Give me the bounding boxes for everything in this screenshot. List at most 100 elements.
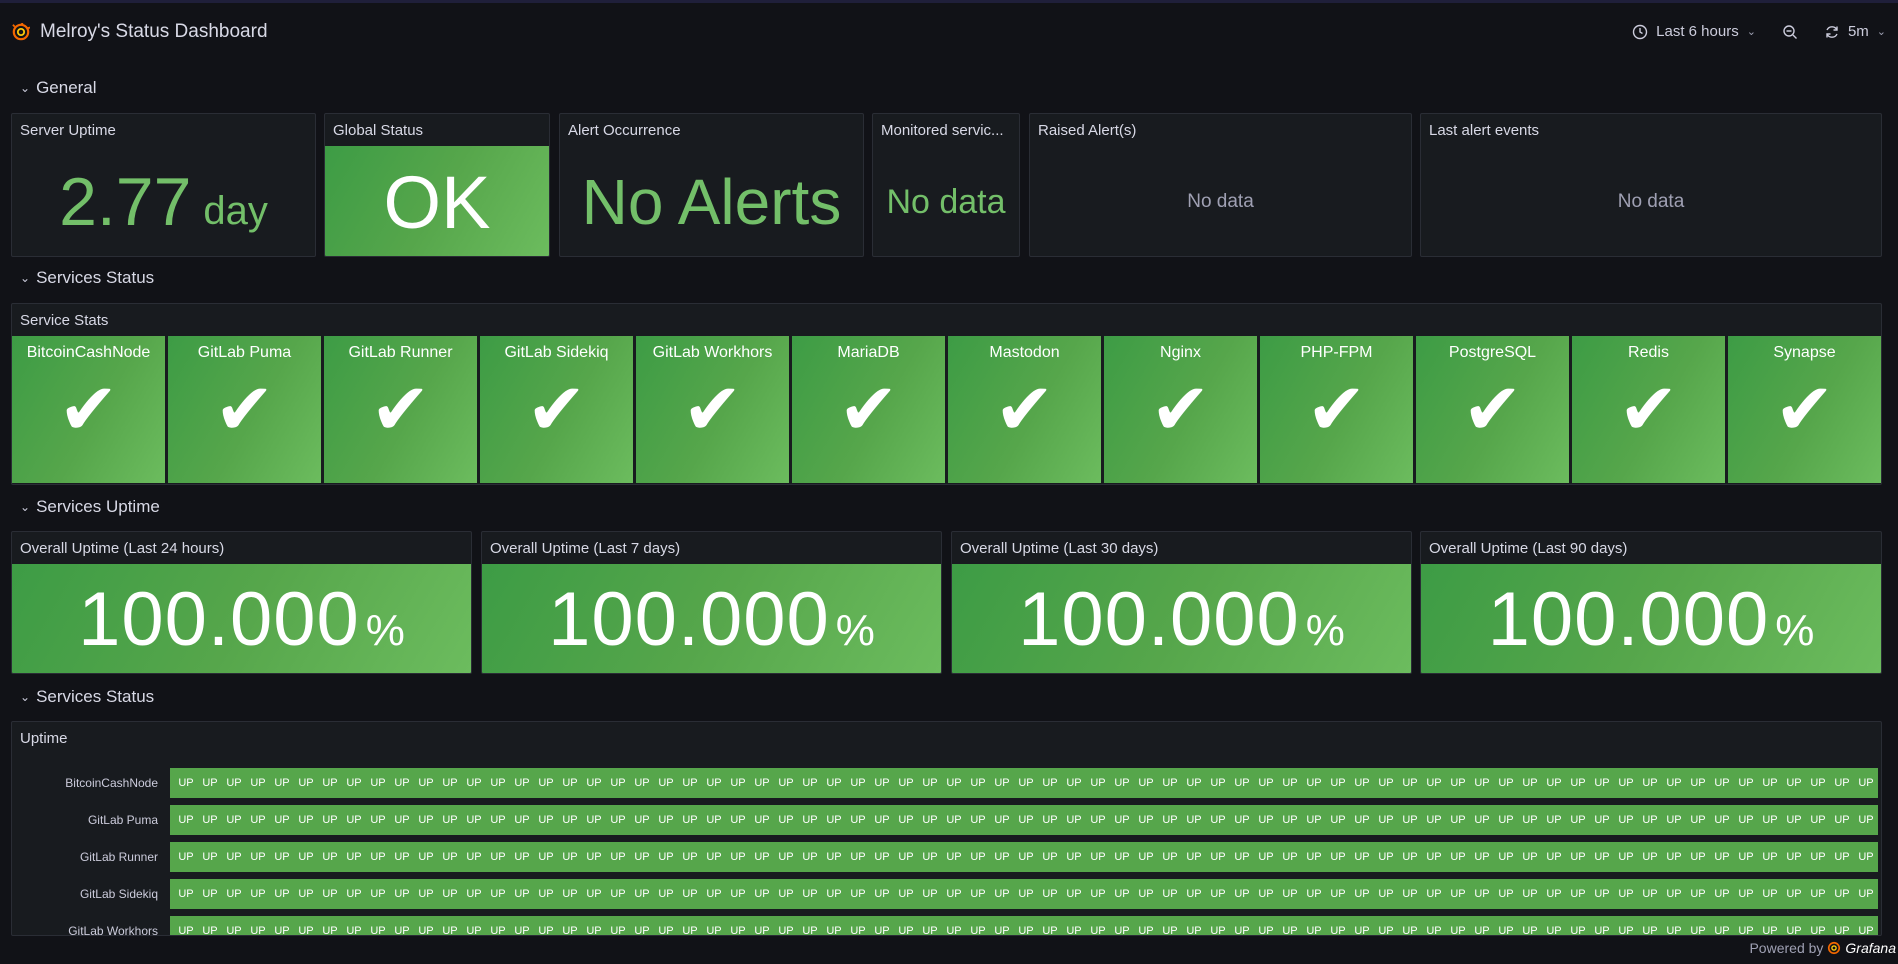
service-tile[interactable]: BitcoinCashNode ✔	[12, 336, 165, 483]
toolbar: Last 6 hours ⌄ 5m ⌄	[1632, 23, 1886, 40]
state-label: UP	[1042, 925, 1058, 936]
service-tile[interactable]: Redis ✔	[1572, 336, 1725, 483]
state-label: UP	[1450, 925, 1466, 936]
chevron-down-icon: ⌄	[1746, 26, 1756, 38]
service-tile[interactable]: Nginx ✔	[1104, 336, 1257, 483]
grafana-logo-icon[interactable]	[1827, 941, 1841, 955]
state-label: UP	[1234, 777, 1250, 789]
state-label: UP	[1690, 777, 1706, 789]
row-general[interactable]: ⌄ General	[20, 78, 97, 98]
panel-title: Uptime	[20, 730, 68, 747]
state-label: UP	[802, 851, 818, 863]
timeline-row: GitLab Sidekiq UP UP UP UP UP UP UP UP UP UP UP UP UP…	[12, 879, 1881, 909]
state-label: UP	[1186, 777, 1202, 789]
grafana-brand[interactable]: Grafana	[1845, 940, 1896, 956]
service-tile[interactable]: MariaDB ✔	[792, 336, 945, 483]
state-label: UP	[1306, 777, 1322, 789]
state-label: UP	[1762, 851, 1778, 863]
monitored-services-value-wrap: No data	[873, 146, 1019, 256]
service-tile[interactable]: GitLab Sidekiq ✔	[480, 336, 633, 483]
panel-uptime-timeline[interactable]: Uptime BitcoinCashNode UP UP UP UP UP UP UP UP UP…	[11, 721, 1882, 936]
state-label: UP	[490, 888, 506, 900]
checkmark-icon: ✔	[214, 370, 275, 450]
panel-raised-alerts[interactable]: Raised Alert(s) No data	[1029, 113, 1412, 257]
panel-server-uptime[interactable]: Server Uptime 2.77 day	[11, 113, 316, 257]
service-name: BitcoinCashNode	[26, 344, 151, 361]
service-tile[interactable]: Synapse ✔	[1728, 336, 1881, 483]
state-label: UP	[946, 777, 962, 789]
state-label: UP	[1186, 925, 1202, 936]
row-services-uptime[interactable]: ⌄ Services Uptime	[20, 497, 160, 517]
panel-uptime-30d[interactable]: Overall Uptime (Last 30 days) 100.000 %	[951, 531, 1412, 674]
state-label: UP	[1618, 925, 1634, 936]
row-services-status-timeline[interactable]: ⌄ Services Status	[20, 687, 154, 707]
refresh-picker[interactable]: 5m ⌄	[1824, 23, 1886, 40]
state-label: UP	[1858, 777, 1874, 789]
service-tile[interactable]: PHP-FPM ✔	[1260, 336, 1413, 483]
state-label: UP	[946, 888, 962, 900]
state-label: UP	[1354, 888, 1370, 900]
state-label: UP	[1066, 888, 1082, 900]
service-tile[interactable]: GitLab Workhors ✔	[636, 336, 789, 483]
panel-alert-occurrence[interactable]: Alert Occurrence No Alerts	[559, 113, 864, 257]
dashboard-title[interactable]: Melroy's Status Dashboard	[40, 21, 268, 43]
service-name: MariaDB	[837, 344, 900, 361]
state-label: UP	[850, 777, 866, 789]
state-label: UP	[466, 851, 482, 863]
state-label: UP	[970, 888, 986, 900]
panel-global-status[interactable]: Global Status OK	[324, 113, 550, 257]
panel-uptime-90d[interactable]: Overall Uptime (Last 90 days) 100.000 %	[1420, 531, 1882, 674]
state-label: UP	[1090, 888, 1106, 900]
panel-last-alert-events[interactable]: Last alert events No data	[1420, 113, 1882, 257]
timeline-bar[interactable]: UP UP UP UP UP UP UP UP UP UP UP UP UP UP UP UP UP UP UP UP…	[170, 842, 1878, 872]
state-label: UP	[1498, 777, 1514, 789]
state-label: UP	[346, 851, 362, 863]
state-label: UP	[802, 777, 818, 789]
state-label: UP	[1426, 814, 1442, 826]
state-label: UP	[490, 777, 506, 789]
refresh-icon	[1826, 25, 1838, 38]
timeline-bar[interactable]: UP UP UP UP UP UP UP UP UP UP UP UP UP UP UP UP UP UP UP UP…	[170, 805, 1878, 835]
state-label: UP	[466, 777, 482, 789]
service-tile[interactable]: GitLab Runner ✔	[324, 336, 477, 483]
timeline-bar[interactable]: UP UP UP UP UP UP UP UP UP UP UP UP UP UP UP UP UP UP UP UP…	[170, 768, 1878, 798]
grafana-logo-icon[interactable]	[12, 22, 30, 41]
panel-uptime-24h[interactable]: Overall Uptime (Last 24 hours) 100.000 %	[11, 531, 472, 674]
service-tile[interactable]: PostgreSQL ✔	[1416, 336, 1569, 483]
checkmark-icon: ✔	[1774, 370, 1835, 450]
state-label: UP	[778, 851, 794, 863]
state-label: UP	[1066, 814, 1082, 826]
row-title: General	[36, 78, 97, 97]
server-uptime-value: 2.77 day	[12, 146, 315, 256]
service-tile[interactable]: Mastodon ✔	[948, 336, 1101, 483]
state-label: UP	[1594, 925, 1610, 936]
state-label: UP	[754, 814, 770, 826]
state-label: UP	[1618, 888, 1634, 900]
panel-uptime-7d[interactable]: Overall Uptime (Last 7 days) 100.000 %	[481, 531, 942, 674]
state-label: UP	[1330, 777, 1346, 789]
row-services-status[interactable]: ⌄ Services Status	[20, 268, 154, 288]
state-label: UP	[898, 888, 914, 900]
time-range-picker[interactable]: Last 6 hours ⌄	[1632, 23, 1756, 40]
zoom-out-button[interactable]	[1782, 24, 1798, 40]
state-label: UP	[730, 851, 746, 863]
service-tile[interactable]: GitLab Puma ✔	[168, 336, 321, 483]
state-label: UP	[706, 925, 722, 936]
state-label: UP	[1522, 851, 1538, 863]
state-label: UP	[1378, 777, 1394, 789]
state-label: UP	[1690, 814, 1706, 826]
panel-title: Overall Uptime (Last 24 hours)	[20, 540, 225, 557]
state-label: UP	[1282, 814, 1298, 826]
timeline-bar[interactable]: UP UP UP UP UP UP UP UP UP UP UP UP UP UP UP UP UP UP UP UP…	[170, 879, 1878, 909]
state-label: UP	[682, 777, 698, 789]
checkmark-icon: ✔	[526, 370, 587, 450]
service-name: Synapse	[1773, 344, 1836, 361]
timeline-bar[interactable]: UP UP UP UP UP UP UP UP UP UP UP UP UP UP UP UP UP UP UP UP…	[170, 916, 1878, 936]
panel-monitored-services[interactable]: Monitored servic... No data	[872, 113, 1020, 257]
timeline-row-label: GitLab Puma	[87, 813, 158, 827]
state-label: UP	[538, 777, 554, 789]
state-label: UP	[922, 888, 938, 900]
uptime-value-wrap: 100.000 %	[482, 564, 941, 673]
checkmark-icon: ✔	[1618, 370, 1679, 450]
checkmark-icon: ✔	[682, 370, 743, 450]
